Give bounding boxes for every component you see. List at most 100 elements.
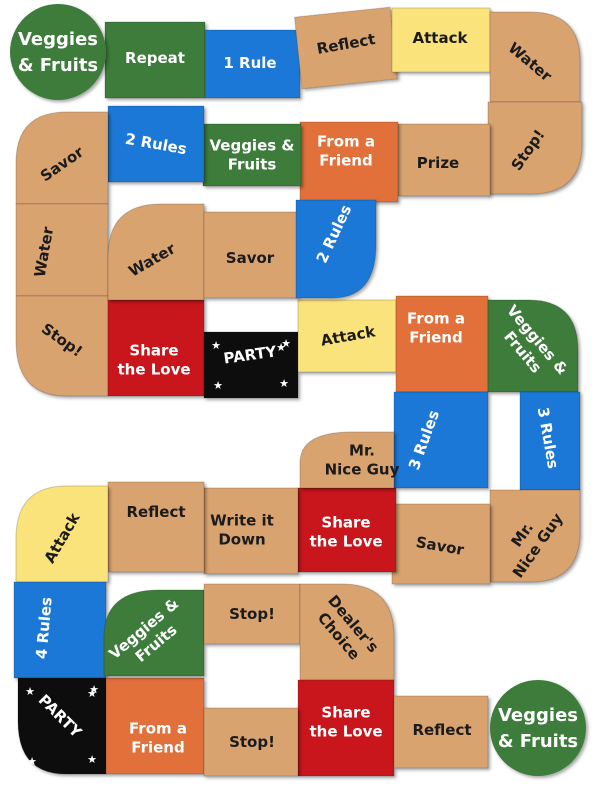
circle-label-line: & Fruits <box>18 55 98 76</box>
board-space: ★ ★★ ★★PARTY <box>203 331 299 399</box>
star-icon: ★ <box>87 753 97 766</box>
board-space: Stop! <box>203 583 301 645</box>
board-space-label: Reflect <box>412 721 471 739</box>
board-space-label-line: From a <box>407 309 465 327</box>
board-space: Water <box>15 203 109 297</box>
finish-space: Veggies & Fruits <box>490 680 586 776</box>
board-space-label: Reflect <box>126 503 185 521</box>
board-space: ★ ★★ ★★PARTY <box>17 677 107 775</box>
board-space-label-line: From a <box>129 719 187 737</box>
board-space-tile <box>107 481 205 573</box>
circle-label-line: & Fruits <box>498 731 578 752</box>
board-space-label-line: Share <box>321 703 370 721</box>
board-space-label-line: Share <box>129 341 178 359</box>
board-space: Repeat <box>104 21 206 99</box>
board-space: Reflect <box>107 481 205 573</box>
board-space: Share the Love <box>107 299 205 397</box>
board-space-label-line: Friend <box>409 328 462 346</box>
board-space: Veggies &Fruits <box>202 123 302 187</box>
board-space-label: Savor <box>226 249 275 267</box>
board-space-label: Stop! <box>229 605 275 623</box>
board-space: Reflect <box>293 6 399 90</box>
start-circle <box>10 4 106 100</box>
board-space-label-line: Nice Guy <box>325 460 400 478</box>
board-space: 2 Rules <box>295 199 377 299</box>
board-space-label: Write it Down <box>210 511 274 548</box>
board-space-label: Stop! <box>229 733 275 751</box>
board-space-label-line: Stop! <box>229 605 275 623</box>
board-space: From a Friend <box>395 295 489 393</box>
board-space-label: From a Friend <box>317 132 375 169</box>
circle-label-line: Veggies <box>18 29 98 50</box>
game-board: Repeat 1 RuleReflect AttackWaterStop!Prize… <box>10 4 586 777</box>
star-icon: ★ <box>211 339 221 352</box>
board-space: Attack <box>391 7 491 73</box>
board-space-label: Prize <box>417 154 459 172</box>
board-space-label-line: Prize <box>417 154 459 172</box>
board-space: Savor <box>15 111 109 205</box>
board-space-label-line: Savor <box>226 249 275 267</box>
board-space: 3 Rules <box>393 391 489 489</box>
board-spaces: Repeat 1 RuleReflect AttackWaterStop!Prize… <box>13 6 583 777</box>
board-space: Stop! <box>15 295 109 397</box>
board-space: Attack <box>15 485 109 583</box>
board-space-label-line: Write it <box>210 511 274 529</box>
board-space-label-line: Reflect <box>126 503 185 521</box>
board-space-label-line: the Love <box>117 360 190 378</box>
board-space-label-line: 1 Rule <box>223 54 276 72</box>
board-space: Prize <box>397 123 491 197</box>
board-space: Savor <box>391 503 491 585</box>
board-space-label-line: the Love <box>309 532 382 550</box>
board-space-label-line: Friend <box>131 738 184 756</box>
board-space: 1 Rule <box>204 29 301 99</box>
board-space-tile <box>393 391 489 489</box>
star-icon: ★ <box>27 755 37 768</box>
star-icon: ★ <box>279 377 289 390</box>
star-icon: ★ <box>87 687 97 700</box>
board-space-label-line: Veggies & <box>210 136 295 154</box>
board-space-label-line: Fruits <box>228 155 277 173</box>
board-space: 3 Rules <box>519 391 581 491</box>
star-icon: ★ <box>213 379 223 392</box>
board-space-tile <box>15 203 109 297</box>
board-space-label: Repeat <box>125 49 185 67</box>
board-space-label-line: Down <box>218 530 265 548</box>
board-space-label: Attack <box>413 29 469 47</box>
board-space: Write it Down <box>203 487 299 575</box>
board-space: From a Friend <box>105 677 205 775</box>
board-space: Dealer'sChoice <box>299 583 395 681</box>
board-space: Savor <box>203 211 299 299</box>
board-space: Water <box>107 203 205 301</box>
board-space-label: 1 Rule <box>223 54 276 72</box>
board-space: From a Friend <box>299 121 399 203</box>
circle-label-line: Veggies <box>498 705 578 726</box>
board-space: Veggies &Fruits <box>487 299 579 393</box>
board-space-label-line: From a <box>317 132 375 150</box>
board-space: 2 Rules <box>107 105 205 183</box>
board-space: Water <box>489 11 581 103</box>
board-space: Share the Love <box>297 487 397 573</box>
board-space-label-line: Stop! <box>229 733 275 751</box>
board-space: Share the Love <box>297 679 395 777</box>
board-space-label-line: Repeat <box>125 49 185 67</box>
board-space-label: From a Friend <box>129 719 187 756</box>
board-space-label-line: Share <box>321 513 370 531</box>
board-space-label-line: Reflect <box>412 721 471 739</box>
board-space: Veggies &Fruits <box>103 589 205 677</box>
board-space: Reflect <box>393 695 489 769</box>
board-space-label-line: Attack <box>413 29 469 47</box>
board-space: Stop! <box>203 707 299 777</box>
start-space: Veggies & Fruits <box>10 4 106 100</box>
board-space: Attack <box>297 299 397 373</box>
star-icon: ★ <box>276 341 286 354</box>
board-space: 4 Rules <box>13 581 107 679</box>
board-space-label-line: the Love <box>309 722 382 740</box>
board-space: Mr.Nice Guy <box>489 489 581 583</box>
star-icon: ★ <box>25 685 35 698</box>
board-space-tile <box>13 581 107 679</box>
finish-circle <box>490 680 586 776</box>
board-space: Mr.Nice Guy <box>299 431 400 489</box>
board-space: Stop! <box>487 101 583 195</box>
board-space-label: From a Friend <box>407 309 465 346</box>
board-space-label-line: Mr. <box>349 441 375 459</box>
